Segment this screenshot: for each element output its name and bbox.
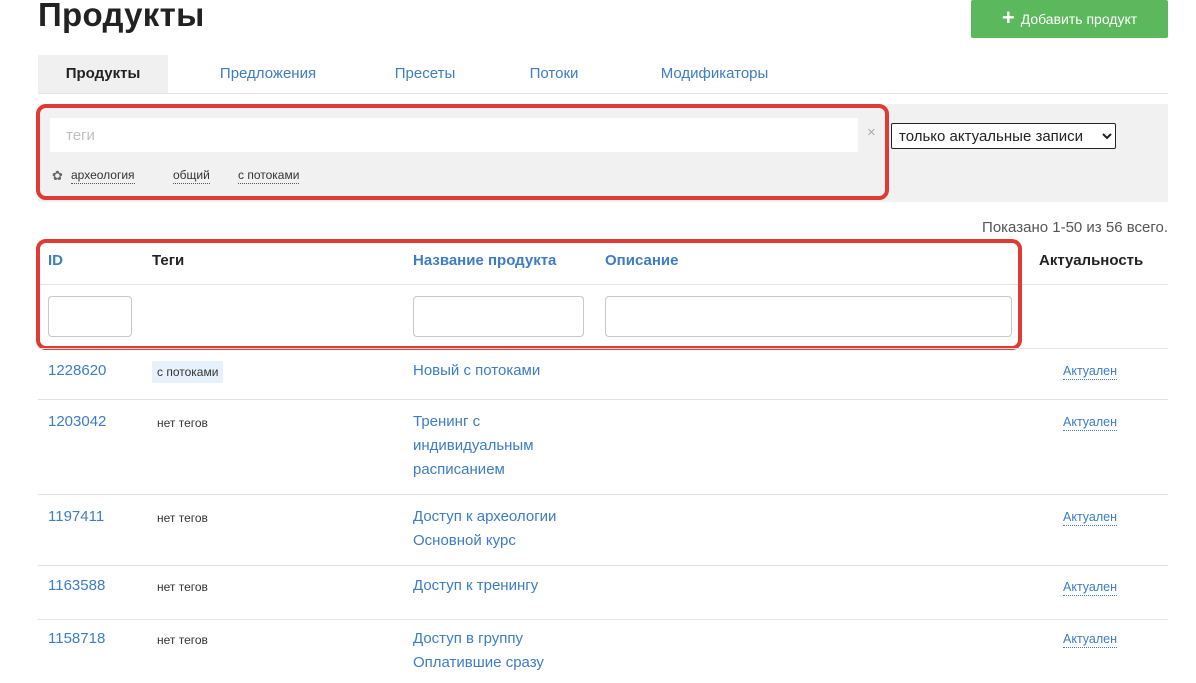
tags-filter-input[interactable] bbox=[50, 118, 858, 152]
row-status-link[interactable]: Актуален bbox=[1063, 364, 1118, 380]
page-title: Продукты bbox=[38, 0, 205, 33]
column-header-description[interactable]: Описание bbox=[605, 252, 678, 270]
row-divider bbox=[38, 619, 1168, 620]
plus-icon: + bbox=[1001, 5, 1015, 30]
tab-products[interactable]: Продукты bbox=[38, 55, 168, 93]
tab-modifiers[interactable]: Модификаторы bbox=[642, 55, 787, 93]
row-id-link[interactable]: 1163588 bbox=[48, 577, 105, 594]
filter-row-divider bbox=[38, 348, 1168, 349]
row-id-link[interactable]: 1158718 bbox=[48, 630, 105, 647]
column-header-name[interactable]: Название продукта bbox=[413, 252, 556, 270]
add-product-button[interactable]: + Добавить продукт bbox=[971, 0, 1168, 38]
row-divider bbox=[38, 565, 1168, 566]
id-filter-input[interactable] bbox=[48, 296, 132, 337]
header-divider bbox=[38, 284, 1168, 285]
quick-tag-archeology[interactable]: археология bbox=[71, 168, 135, 184]
row-product-name[interactable]: Тренинг с индивидуальным расписанием bbox=[413, 410, 563, 482]
row-tags-text: нет тегов bbox=[157, 416, 208, 430]
row-product-name[interactable]: Доступ к археологии Основной курс bbox=[413, 505, 588, 553]
row-status-link[interactable]: Актуален bbox=[1063, 580, 1118, 596]
row-tags-text: нет тегов bbox=[157, 633, 208, 647]
row-product-name[interactable]: Доступ в группу Оплатившие сразу bbox=[413, 627, 588, 675]
row-status-link[interactable]: Актуален bbox=[1063, 415, 1118, 431]
row-id-link[interactable]: 1228620 bbox=[48, 362, 106, 379]
results-summary: Показано 1-50 из 56 всего. bbox=[982, 219, 1168, 236]
column-header-id[interactable]: ID bbox=[48, 252, 63, 270]
description-filter-input[interactable] bbox=[605, 296, 1012, 337]
quick-tag-general[interactable]: общий bbox=[173, 168, 210, 184]
row-tags-text: нет тегов bbox=[157, 511, 208, 525]
row-product-name[interactable]: Доступ к тренингу bbox=[413, 574, 603, 598]
column-header-tags: Теги bbox=[152, 252, 185, 269]
gear-icon[interactable]: ✿ bbox=[52, 168, 63, 184]
row-status-link[interactable]: Актуален bbox=[1063, 632, 1118, 648]
add-product-label: Добавить продукт bbox=[1020, 11, 1138, 27]
row-id-link[interactable]: 1197411 bbox=[48, 508, 104, 525]
clear-icon[interactable]: × bbox=[867, 124, 876, 141]
row-tags-text: нет тегов bbox=[157, 580, 208, 594]
tab-presets[interactable]: Пресеты bbox=[380, 55, 470, 93]
name-filter-input[interactable] bbox=[413, 296, 584, 337]
row-status-link[interactable]: Актуален bbox=[1063, 510, 1118, 526]
row-divider bbox=[38, 399, 1168, 400]
tab-bar: Продукты Предложения Пресеты Потоки Моди… bbox=[38, 55, 1168, 94]
column-header-status: Актуальность bbox=[1039, 252, 1144, 269]
status-filter-select[interactable]: только актуальные записи bbox=[891, 123, 1116, 149]
tab-streams[interactable]: Потоки bbox=[514, 55, 594, 93]
row-divider bbox=[38, 494, 1168, 495]
row-product-name[interactable]: Новый с потоками bbox=[413, 359, 603, 383]
filter-panel: × ✿ археология общий с потоками только а… bbox=[38, 104, 1168, 202]
row-tag-chip[interactable]: с потоками bbox=[152, 361, 224, 383]
quick-tag-with-streams[interactable]: с потоками bbox=[238, 168, 300, 184]
row-id-link[interactable]: 1203042 bbox=[48, 413, 106, 430]
tab-offers[interactable]: Предложения bbox=[198, 55, 338, 93]
